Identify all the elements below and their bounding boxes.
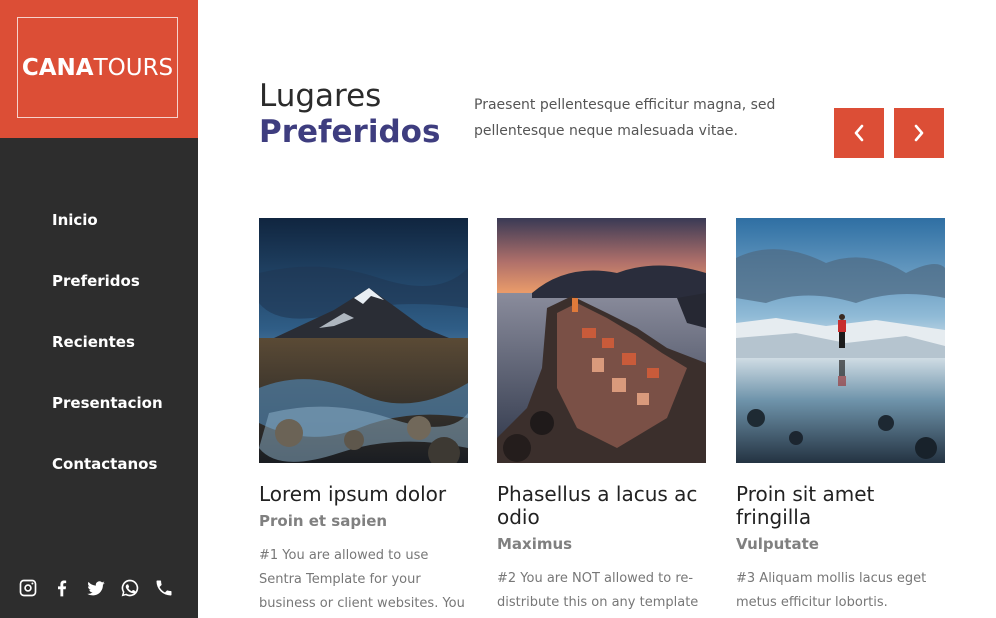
nav-link-presentacion[interactable]: Presentacion xyxy=(52,391,163,415)
nav-link-recientes[interactable]: Recientes xyxy=(52,330,163,354)
nav-link-contactanos[interactable]: Contactanos xyxy=(52,452,163,476)
nav-item-recientes: Recientes xyxy=(52,330,163,391)
logo-text: CANATOURS xyxy=(22,55,173,81)
twitter-icon[interactable] xyxy=(86,576,120,600)
logo-light: TOURS xyxy=(93,54,174,81)
logo-bold: CANA xyxy=(21,54,94,81)
phone-icon[interactable] xyxy=(154,576,188,600)
nav-item-contactanos: Contactanos xyxy=(52,452,163,513)
nav-link-inicio[interactable]: Inicio xyxy=(52,208,163,232)
nav-item-inicio: Inicio xyxy=(52,208,163,269)
chevron-left-icon xyxy=(854,124,864,142)
place-subtitle: Vulputate xyxy=(736,535,819,553)
section-title-line1: Lugares xyxy=(259,78,382,114)
place-description: #2 You are NOT allowed to re-distribute … xyxy=(497,571,699,610)
place-subtitle: Maximus xyxy=(497,535,573,553)
place-description: #1 You are allowed to use Sentra Templat… xyxy=(259,548,465,611)
nav-item-preferidos: Preferidos xyxy=(52,269,163,330)
place-image-mountain[interactable] xyxy=(259,218,468,463)
carousel-prev-button[interactable] xyxy=(834,108,884,158)
chevron-right-icon xyxy=(914,124,924,142)
place-image-coastal-town[interactable] xyxy=(497,218,706,463)
instagram-icon[interactable] xyxy=(18,576,52,600)
place-image-hiker-lake[interactable] xyxy=(736,218,945,463)
logo[interactable]: CANATOURS xyxy=(0,0,198,138)
nav-item-presentacion: Presentacion xyxy=(52,391,163,452)
place-description: #3 Aliquam mollis lacus eget metus effic… xyxy=(736,571,927,610)
place-subtitle: Proin et sapien xyxy=(259,512,388,530)
section-title-line2: Preferidos xyxy=(259,114,441,150)
place-title[interactable]: Phasellus a lacus ac odio xyxy=(497,483,706,529)
nav-link-preferidos[interactable]: Preferidos xyxy=(52,269,163,293)
place-card[interactable]: Lorem ipsum dolor Proin et sapien #1 You… xyxy=(259,218,468,618)
whatsapp-icon[interactable] xyxy=(120,576,154,600)
place-title[interactable]: Lorem ipsum dolor xyxy=(259,483,468,506)
place-card[interactable]: Phasellus a lacus ac odio Maximus #2 You… xyxy=(497,218,706,615)
section-intro: Praesent pellentesque efficitur magna, s… xyxy=(474,97,776,139)
main-nav: Inicio Preferidos Recientes Presentacion… xyxy=(52,208,163,513)
social-links xyxy=(18,576,188,600)
sidebar: CANATOURS Inicio Preferidos Recientes Pr… xyxy=(0,0,198,618)
place-card[interactable]: Proin sit amet fringilla Vulputate #3 Al… xyxy=(736,218,945,615)
facebook-icon[interactable] xyxy=(52,576,86,600)
section-heading: Lugares Preferidos xyxy=(259,78,440,150)
logo-frame: CANATOURS xyxy=(17,17,178,118)
carousel-next-button[interactable] xyxy=(894,108,944,158)
place-title[interactable]: Proin sit amet fringilla xyxy=(736,483,945,529)
